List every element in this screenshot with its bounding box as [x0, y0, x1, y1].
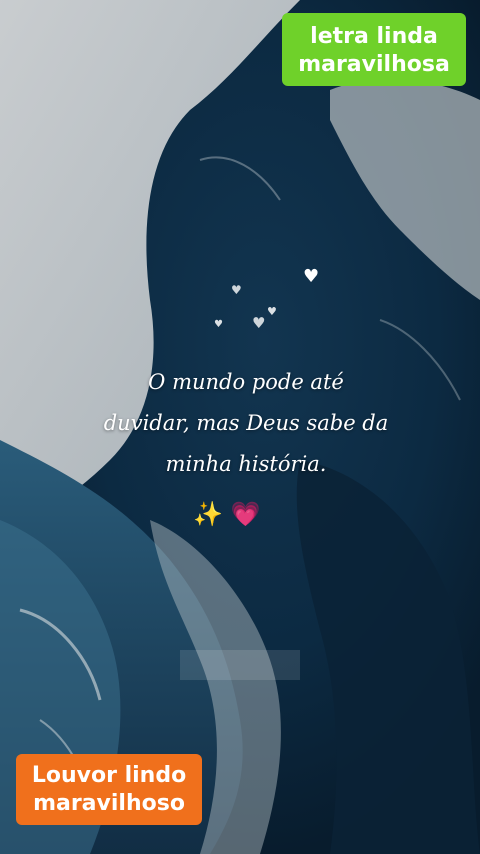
floating-heart-icon: ♥: [214, 319, 223, 330]
quote-line-3: minha história.: [165, 452, 327, 476]
quote-line-2: duvidar, mas Deus sabe da: [103, 411, 389, 435]
floating-heart-icon: ♥: [267, 305, 277, 318]
top-caption-line-2: maravilhosa: [298, 51, 450, 77]
top-caption-line-1: letra linda: [310, 24, 438, 49]
bottom-caption-line-2: maravilhoso: [33, 790, 185, 816]
top-caption-badge: letra linda maravilhosa: [282, 13, 466, 86]
floating-heart-icon: ♥: [252, 314, 266, 332]
bottom-caption-line-1: Louvor lindo: [31, 763, 187, 788]
floating-heart-icon: ♥: [231, 283, 242, 297]
sparkle-heart-emoji: ✨ 💗: [193, 500, 261, 528]
quote-line-1: O mundo pode até: [148, 370, 344, 394]
bottom-caption-badge: Louvor lindo maravilhoso: [16, 754, 202, 825]
floating-heart-icon: ♥: [303, 266, 320, 287]
lyric-quote: O mundo pode até duvidar, mas Deus sabe …: [70, 362, 422, 485]
